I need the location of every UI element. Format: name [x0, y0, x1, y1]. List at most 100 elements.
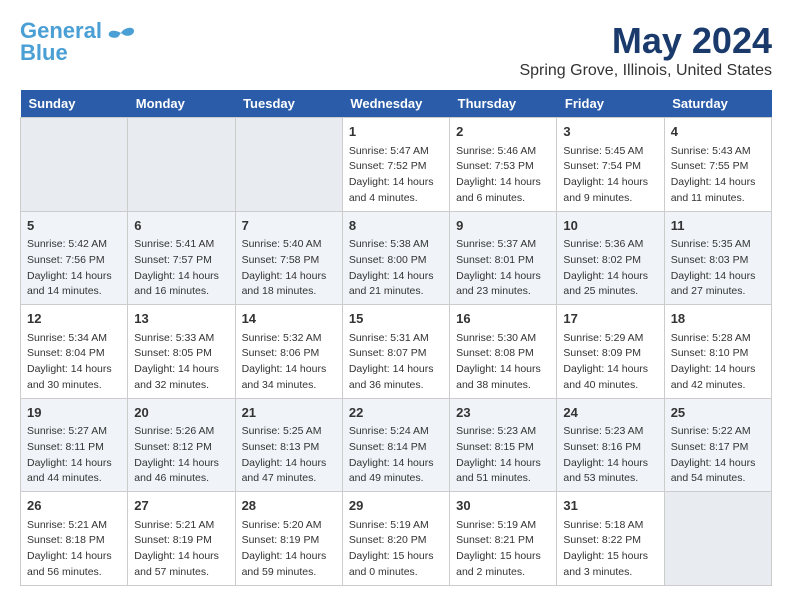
day-number: 29	[349, 496, 443, 516]
logo-line2: Blue	[20, 40, 68, 65]
calendar-cell: 16Sunrise: 5:30 AM Sunset: 8:08 PM Dayli…	[450, 305, 557, 399]
day-number: 3	[563, 122, 657, 142]
calendar-cell: 17Sunrise: 5:29 AM Sunset: 8:09 PM Dayli…	[557, 305, 664, 399]
calendar-cell: 20Sunrise: 5:26 AM Sunset: 8:12 PM Dayli…	[128, 398, 235, 492]
day-info: Sunrise: 5:47 AM Sunset: 7:52 PM Dayligh…	[349, 144, 443, 207]
day-info: Sunrise: 5:33 AM Sunset: 8:05 PM Dayligh…	[134, 331, 228, 394]
calendar-cell: 5Sunrise: 5:42 AM Sunset: 7:56 PM Daylig…	[21, 211, 128, 305]
day-number: 1	[349, 122, 443, 142]
day-info: Sunrise: 5:20 AM Sunset: 8:19 PM Dayligh…	[242, 518, 336, 581]
calendar-cell: 23Sunrise: 5:23 AM Sunset: 8:15 PM Dayli…	[450, 398, 557, 492]
calendar-cell: 24Sunrise: 5:23 AM Sunset: 8:16 PM Dayli…	[557, 398, 664, 492]
day-header-saturday: Saturday	[664, 90, 771, 118]
day-number: 18	[671, 309, 765, 329]
day-info: Sunrise: 5:23 AM Sunset: 8:15 PM Dayligh…	[456, 424, 550, 487]
week-row-1: 1Sunrise: 5:47 AM Sunset: 7:52 PM Daylig…	[21, 118, 772, 212]
day-number: 30	[456, 496, 550, 516]
calendar-header-row: SundayMondayTuesdayWednesdayThursdayFrid…	[21, 90, 772, 118]
day-info: Sunrise: 5:30 AM Sunset: 8:08 PM Dayligh…	[456, 331, 550, 394]
day-header-tuesday: Tuesday	[235, 90, 342, 118]
day-number: 5	[27, 216, 121, 236]
calendar-cell	[235, 118, 342, 212]
day-number: 15	[349, 309, 443, 329]
calendar-cell: 9Sunrise: 5:37 AM Sunset: 8:01 PM Daylig…	[450, 211, 557, 305]
calendar-cell: 13Sunrise: 5:33 AM Sunset: 8:05 PM Dayli…	[128, 305, 235, 399]
day-header-sunday: Sunday	[21, 90, 128, 118]
day-header-thursday: Thursday	[450, 90, 557, 118]
day-info: Sunrise: 5:26 AM Sunset: 8:12 PM Dayligh…	[134, 424, 228, 487]
calendar-cell: 2Sunrise: 5:46 AM Sunset: 7:53 PM Daylig…	[450, 118, 557, 212]
day-info: Sunrise: 5:38 AM Sunset: 8:00 PM Dayligh…	[349, 237, 443, 300]
day-number: 27	[134, 496, 228, 516]
week-row-4: 19Sunrise: 5:27 AM Sunset: 8:11 PM Dayli…	[21, 398, 772, 492]
day-number: 22	[349, 403, 443, 423]
day-header-wednesday: Wednesday	[342, 90, 449, 118]
day-info: Sunrise: 5:31 AM Sunset: 8:07 PM Dayligh…	[349, 331, 443, 394]
calendar-cell: 29Sunrise: 5:19 AM Sunset: 8:20 PM Dayli…	[342, 492, 449, 586]
day-number: 13	[134, 309, 228, 329]
calendar-cell: 26Sunrise: 5:21 AM Sunset: 8:18 PM Dayli…	[21, 492, 128, 586]
calendar-cell: 4Sunrise: 5:43 AM Sunset: 7:55 PM Daylig…	[664, 118, 771, 212]
calendar-cell: 15Sunrise: 5:31 AM Sunset: 8:07 PM Dayli…	[342, 305, 449, 399]
day-number: 19	[27, 403, 121, 423]
day-number: 26	[27, 496, 121, 516]
calendar-table: SundayMondayTuesdayWednesdayThursdayFrid…	[20, 90, 772, 586]
calendar-cell: 31Sunrise: 5:18 AM Sunset: 8:22 PM Dayli…	[557, 492, 664, 586]
week-row-3: 12Sunrise: 5:34 AM Sunset: 8:04 PM Dayli…	[21, 305, 772, 399]
week-row-5: 26Sunrise: 5:21 AM Sunset: 8:18 PM Dayli…	[21, 492, 772, 586]
day-info: Sunrise: 5:45 AM Sunset: 7:54 PM Dayligh…	[563, 144, 657, 207]
day-info: Sunrise: 5:21 AM Sunset: 8:19 PM Dayligh…	[134, 518, 228, 581]
title-section: May 2024 Spring Grove, Illinois, United …	[519, 20, 772, 80]
day-info: Sunrise: 5:18 AM Sunset: 8:22 PM Dayligh…	[563, 518, 657, 581]
calendar-cell: 12Sunrise: 5:34 AM Sunset: 8:04 PM Dayli…	[21, 305, 128, 399]
day-info: Sunrise: 5:41 AM Sunset: 7:57 PM Dayligh…	[134, 237, 228, 300]
bird-icon	[106, 25, 136, 49]
calendar-cell: 10Sunrise: 5:36 AM Sunset: 8:02 PM Dayli…	[557, 211, 664, 305]
day-info: Sunrise: 5:27 AM Sunset: 8:11 PM Dayligh…	[27, 424, 121, 487]
day-info: Sunrise: 5:42 AM Sunset: 7:56 PM Dayligh…	[27, 237, 121, 300]
calendar-cell: 22Sunrise: 5:24 AM Sunset: 8:14 PM Dayli…	[342, 398, 449, 492]
calendar-cell	[21, 118, 128, 212]
day-info: Sunrise: 5:37 AM Sunset: 8:01 PM Dayligh…	[456, 237, 550, 300]
day-info: Sunrise: 5:35 AM Sunset: 8:03 PM Dayligh…	[671, 237, 765, 300]
day-info: Sunrise: 5:32 AM Sunset: 8:06 PM Dayligh…	[242, 331, 336, 394]
day-number: 20	[134, 403, 228, 423]
logo-text: General Blue	[20, 20, 102, 64]
calendar-cell: 18Sunrise: 5:28 AM Sunset: 8:10 PM Dayli…	[664, 305, 771, 399]
main-title: May 2024	[519, 20, 772, 62]
day-number: 7	[242, 216, 336, 236]
subtitle: Spring Grove, Illinois, United States	[519, 62, 772, 80]
day-info: Sunrise: 5:34 AM Sunset: 8:04 PM Dayligh…	[27, 331, 121, 394]
day-info: Sunrise: 5:19 AM Sunset: 8:21 PM Dayligh…	[456, 518, 550, 581]
calendar-cell: 6Sunrise: 5:41 AM Sunset: 7:57 PM Daylig…	[128, 211, 235, 305]
day-info: Sunrise: 5:22 AM Sunset: 8:17 PM Dayligh…	[671, 424, 765, 487]
calendar-cell: 14Sunrise: 5:32 AM Sunset: 8:06 PM Dayli…	[235, 305, 342, 399]
day-info: Sunrise: 5:24 AM Sunset: 8:14 PM Dayligh…	[349, 424, 443, 487]
day-number: 6	[134, 216, 228, 236]
calendar-cell: 1Sunrise: 5:47 AM Sunset: 7:52 PM Daylig…	[342, 118, 449, 212]
day-info: Sunrise: 5:21 AM Sunset: 8:18 PM Dayligh…	[27, 518, 121, 581]
day-info: Sunrise: 5:29 AM Sunset: 8:09 PM Dayligh…	[563, 331, 657, 394]
calendar-cell: 30Sunrise: 5:19 AM Sunset: 8:21 PM Dayli…	[450, 492, 557, 586]
logo: General Blue	[20, 20, 136, 64]
day-number: 25	[671, 403, 765, 423]
day-header-monday: Monday	[128, 90, 235, 118]
day-number: 23	[456, 403, 550, 423]
header: General Blue May 2024 Spring Grove, Illi…	[20, 20, 772, 80]
calendar-cell	[128, 118, 235, 212]
day-number: 14	[242, 309, 336, 329]
day-number: 11	[671, 216, 765, 236]
calendar-cell: 11Sunrise: 5:35 AM Sunset: 8:03 PM Dayli…	[664, 211, 771, 305]
day-number: 2	[456, 122, 550, 142]
day-number: 24	[563, 403, 657, 423]
day-number: 17	[563, 309, 657, 329]
week-row-2: 5Sunrise: 5:42 AM Sunset: 7:56 PM Daylig…	[21, 211, 772, 305]
day-number: 12	[27, 309, 121, 329]
calendar-cell: 28Sunrise: 5:20 AM Sunset: 8:19 PM Dayli…	[235, 492, 342, 586]
calendar-cell: 19Sunrise: 5:27 AM Sunset: 8:11 PM Dayli…	[21, 398, 128, 492]
day-number: 31	[563, 496, 657, 516]
day-info: Sunrise: 5:43 AM Sunset: 7:55 PM Dayligh…	[671, 144, 765, 207]
day-header-friday: Friday	[557, 90, 664, 118]
day-info: Sunrise: 5:25 AM Sunset: 8:13 PM Dayligh…	[242, 424, 336, 487]
day-info: Sunrise: 5:36 AM Sunset: 8:02 PM Dayligh…	[563, 237, 657, 300]
